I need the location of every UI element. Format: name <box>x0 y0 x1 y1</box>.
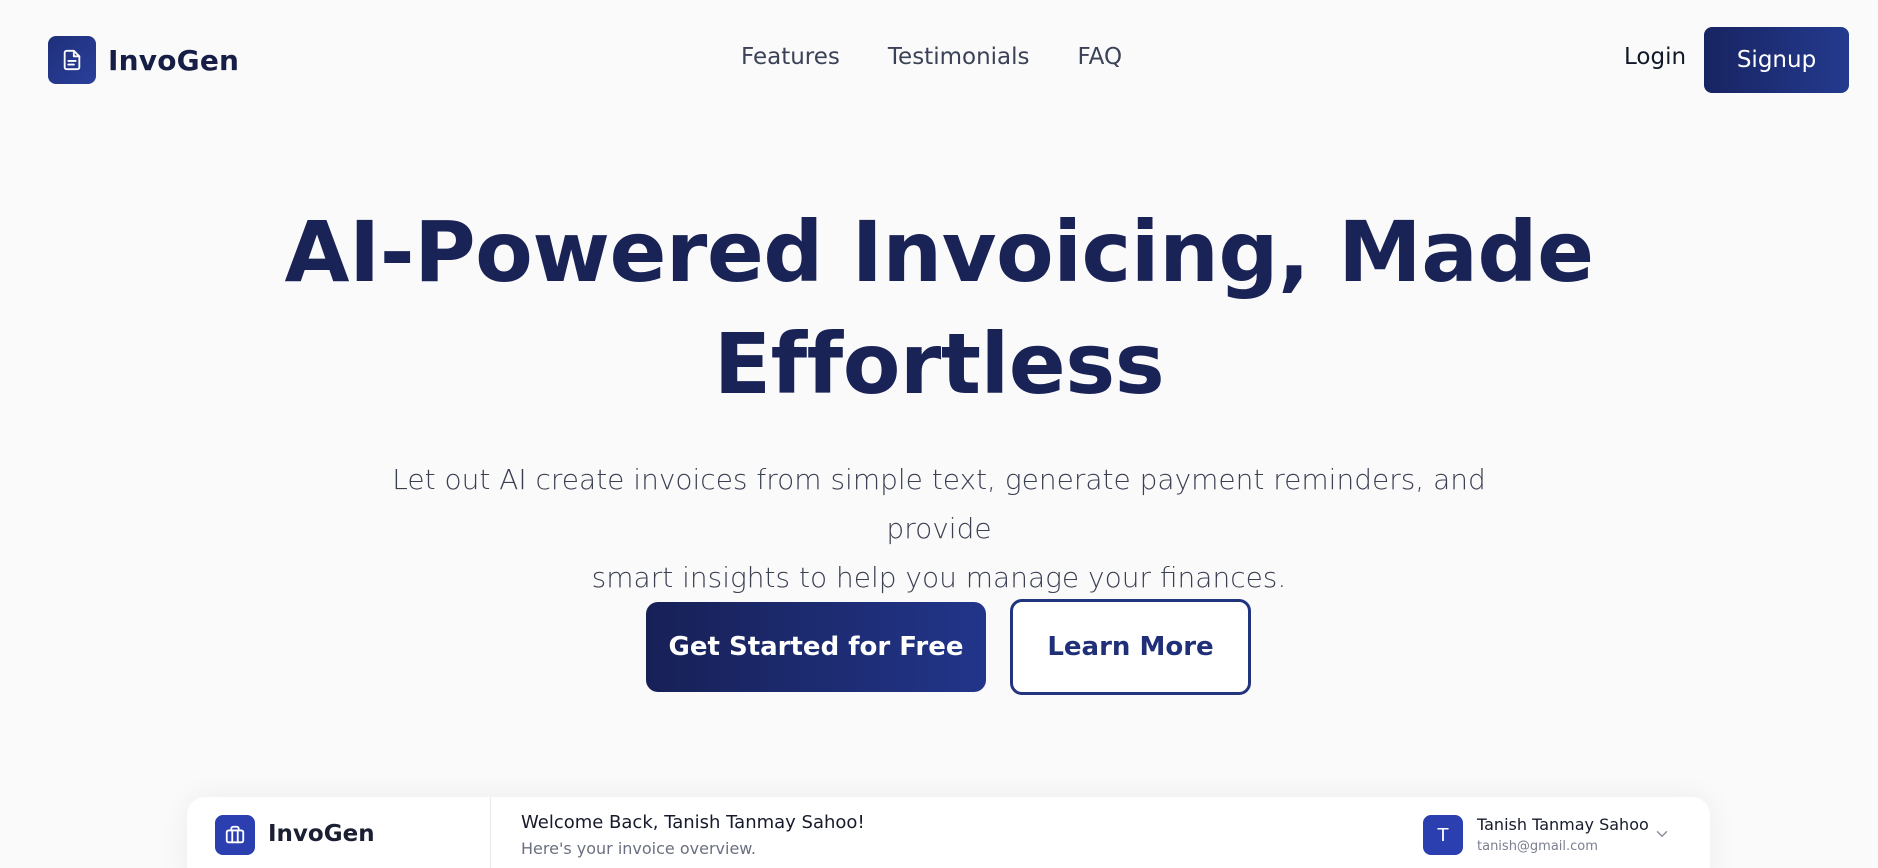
primary-nav: Features Testimonials FAQ <box>741 44 1122 70</box>
hero-subtitle-line-1: Let out AI create invoices from simple t… <box>392 463 1486 545</box>
brand-name: InvoGen <box>108 43 240 77</box>
preview-brand-name: InvoGen <box>268 821 375 847</box>
nav-link-faq[interactable]: FAQ <box>1078 44 1123 70</box>
preview-sidebar: InvoGen <box>187 797 491 868</box>
hero-title-line-1: AI-Powered Invoicing, Made <box>284 203 1594 301</box>
document-icon <box>48 36 96 84</box>
hero-title: AI-Powered Invoicing, Made Effortless <box>0 196 1878 420</box>
user-name: Tanish Tanmay Sahoo <box>1477 815 1649 834</box>
nav-link-testimonials[interactable]: Testimonials <box>888 44 1030 70</box>
brand-logo[interactable]: InvoGen <box>48 36 239 84</box>
nav-link-features[interactable]: Features <box>741 44 840 70</box>
preview-overview-text: Here's your invoice overview. <box>521 839 756 858</box>
top-navbar: InvoGen Features Testimonials FAQ Login … <box>0 0 1878 120</box>
login-link[interactable]: Login <box>1624 44 1686 70</box>
get-started-button[interactable]: Get Started for Free <box>646 602 986 692</box>
user-email: tanish@gmail.com <box>1477 839 1598 854</box>
hero-subtitle-line-2: smart insights to help you manage your f… <box>591 561 1287 594</box>
dashboard-preview: InvoGen Welcome Back, Tanish Tanmay Saho… <box>187 797 1710 868</box>
chevron-down-icon[interactable] <box>1653 825 1671 843</box>
hero-subtitle: Let out AI create invoices from simple t… <box>339 455 1539 602</box>
briefcase-icon <box>215 815 255 855</box>
preview-welcome-heading: Welcome Back, Tanish Tanmay Sahoo! <box>521 812 865 833</box>
learn-more-button[interactable]: Learn More <box>1010 599 1251 695</box>
user-avatar[interactable]: T <box>1423 815 1463 855</box>
hero-title-line-2: Effortless <box>713 315 1165 413</box>
signup-button[interactable]: Signup <box>1704 27 1849 93</box>
